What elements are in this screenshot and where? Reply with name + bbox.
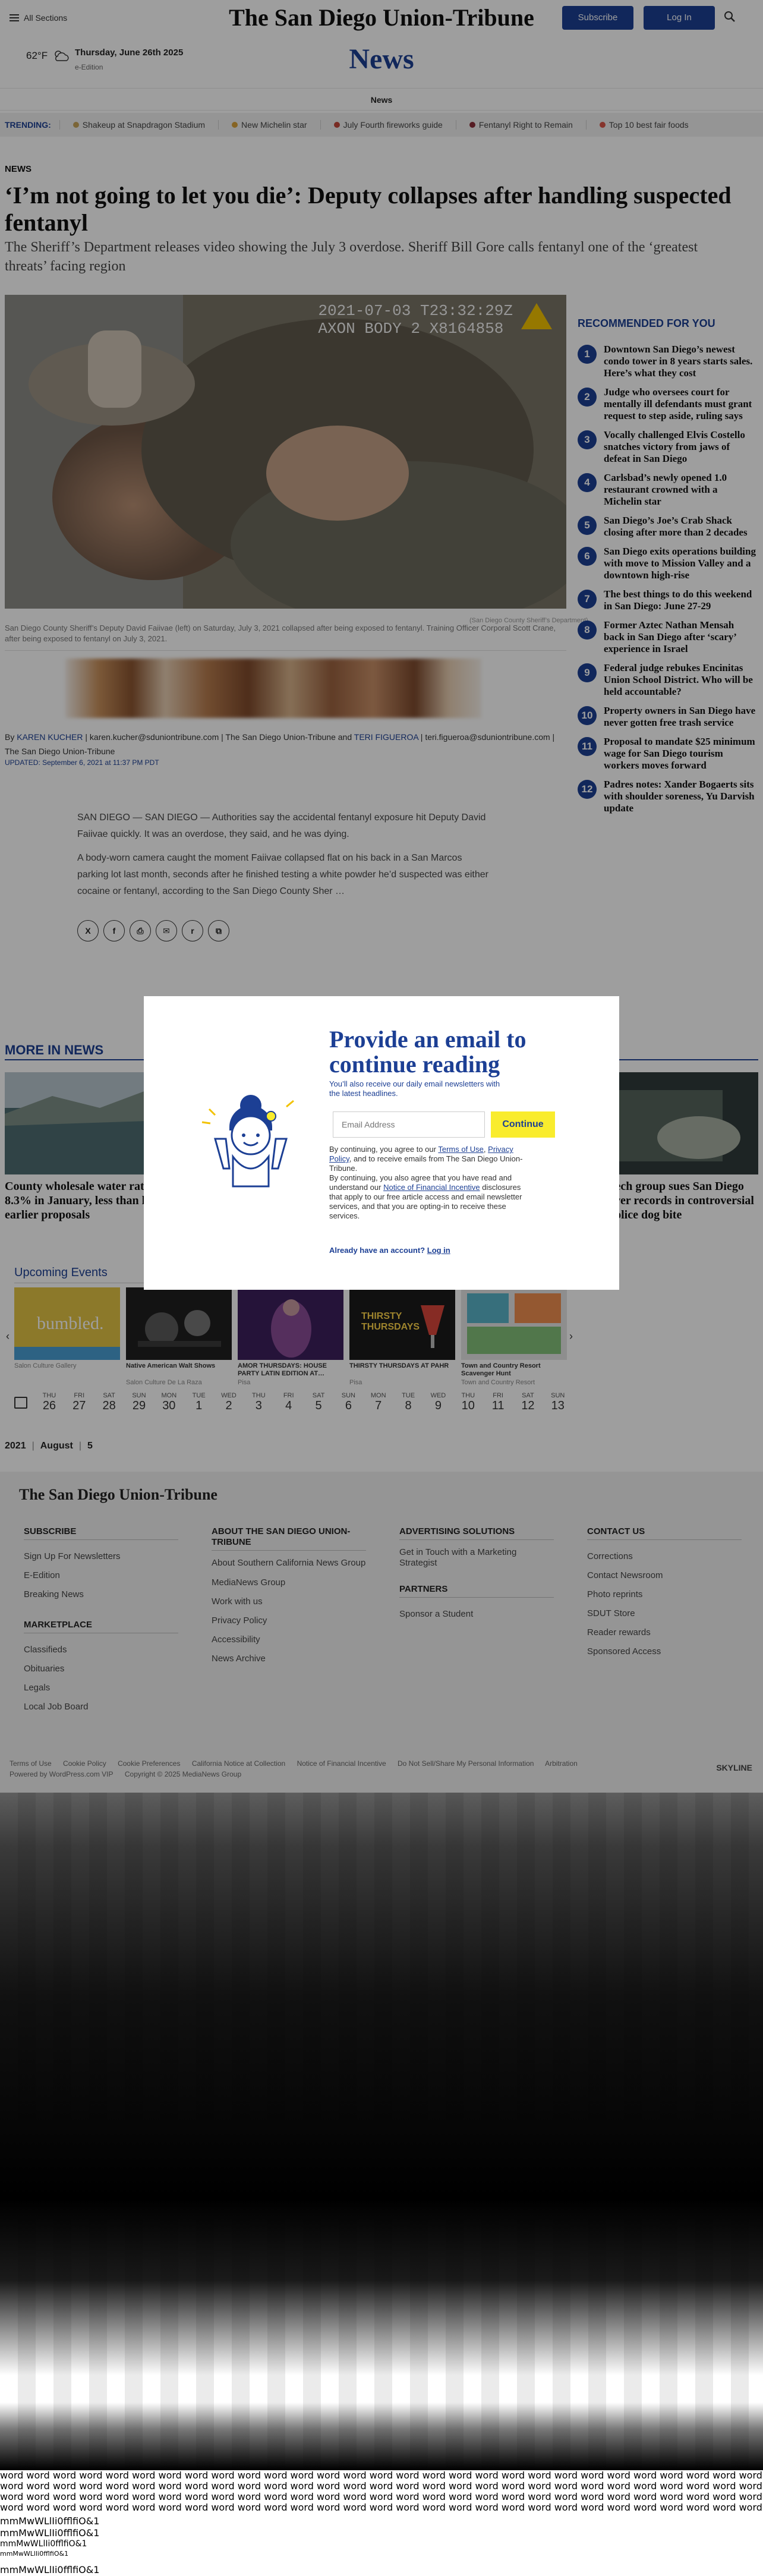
glyph-line: mmMwWLlIi0fflfiO&1 — [0, 2550, 69, 2558]
reader-illustration-icon — [201, 1095, 294, 1188]
legal-text: , and to receive emails from The San Die… — [329, 1154, 523, 1173]
email-gate-modal: Provide an email to continue reading You… — [144, 996, 619, 1290]
font-test-words: word word word word word word word word … — [0, 2470, 763, 2513]
continue-button[interactable]: Continue — [491, 1111, 555, 1138]
glyph-line: mmMwWLlIi0fflfiO&1 — [0, 2527, 100, 2539]
word-line: word word word word word word word word … — [0, 2480, 763, 2492]
modal-login-link[interactable]: Log in — [427, 1246, 450, 1255]
modal-title: Provide an email to continue reading — [329, 1026, 526, 1078]
rendering-artifact — [0, 1793, 763, 2470]
email-field[interactable] — [333, 1111, 485, 1138]
existing-account-prompt: Already have an account? Log in — [329, 1246, 450, 1255]
legal-text: By continuing, you agree to our — [329, 1145, 436, 1154]
glyph-line: mmMwWLlIi0fflfiO&1 — [0, 2539, 87, 2549]
word-line: word word word word word word word word … — [0, 2491, 763, 2502]
page: All Sections The San Diego Union-Tribune… — [0, 0, 763, 2576]
account-question: Already have an account? — [329, 1246, 425, 1255]
word-line: word word word word word word word word … — [0, 2470, 763, 2481]
modal-subtitle: You’ll also receive our daily email news… — [329, 1079, 500, 1098]
financial-incentive-link[interactable]: Notice of Financial Incentive — [383, 1183, 480, 1192]
modal-legal-text: By continuing, you agree to our Terms of… — [329, 1145, 523, 1220]
word-line: word word word word word word word word … — [0, 2502, 763, 2513]
glyph-line: mmMwWLlIi0fflfiO&1 — [0, 2564, 100, 2575]
glyph-line: mmMwWLlIi0fflfiO&1 — [0, 2515, 100, 2527]
terms-link[interactable]: Terms of Use — [438, 1145, 484, 1154]
